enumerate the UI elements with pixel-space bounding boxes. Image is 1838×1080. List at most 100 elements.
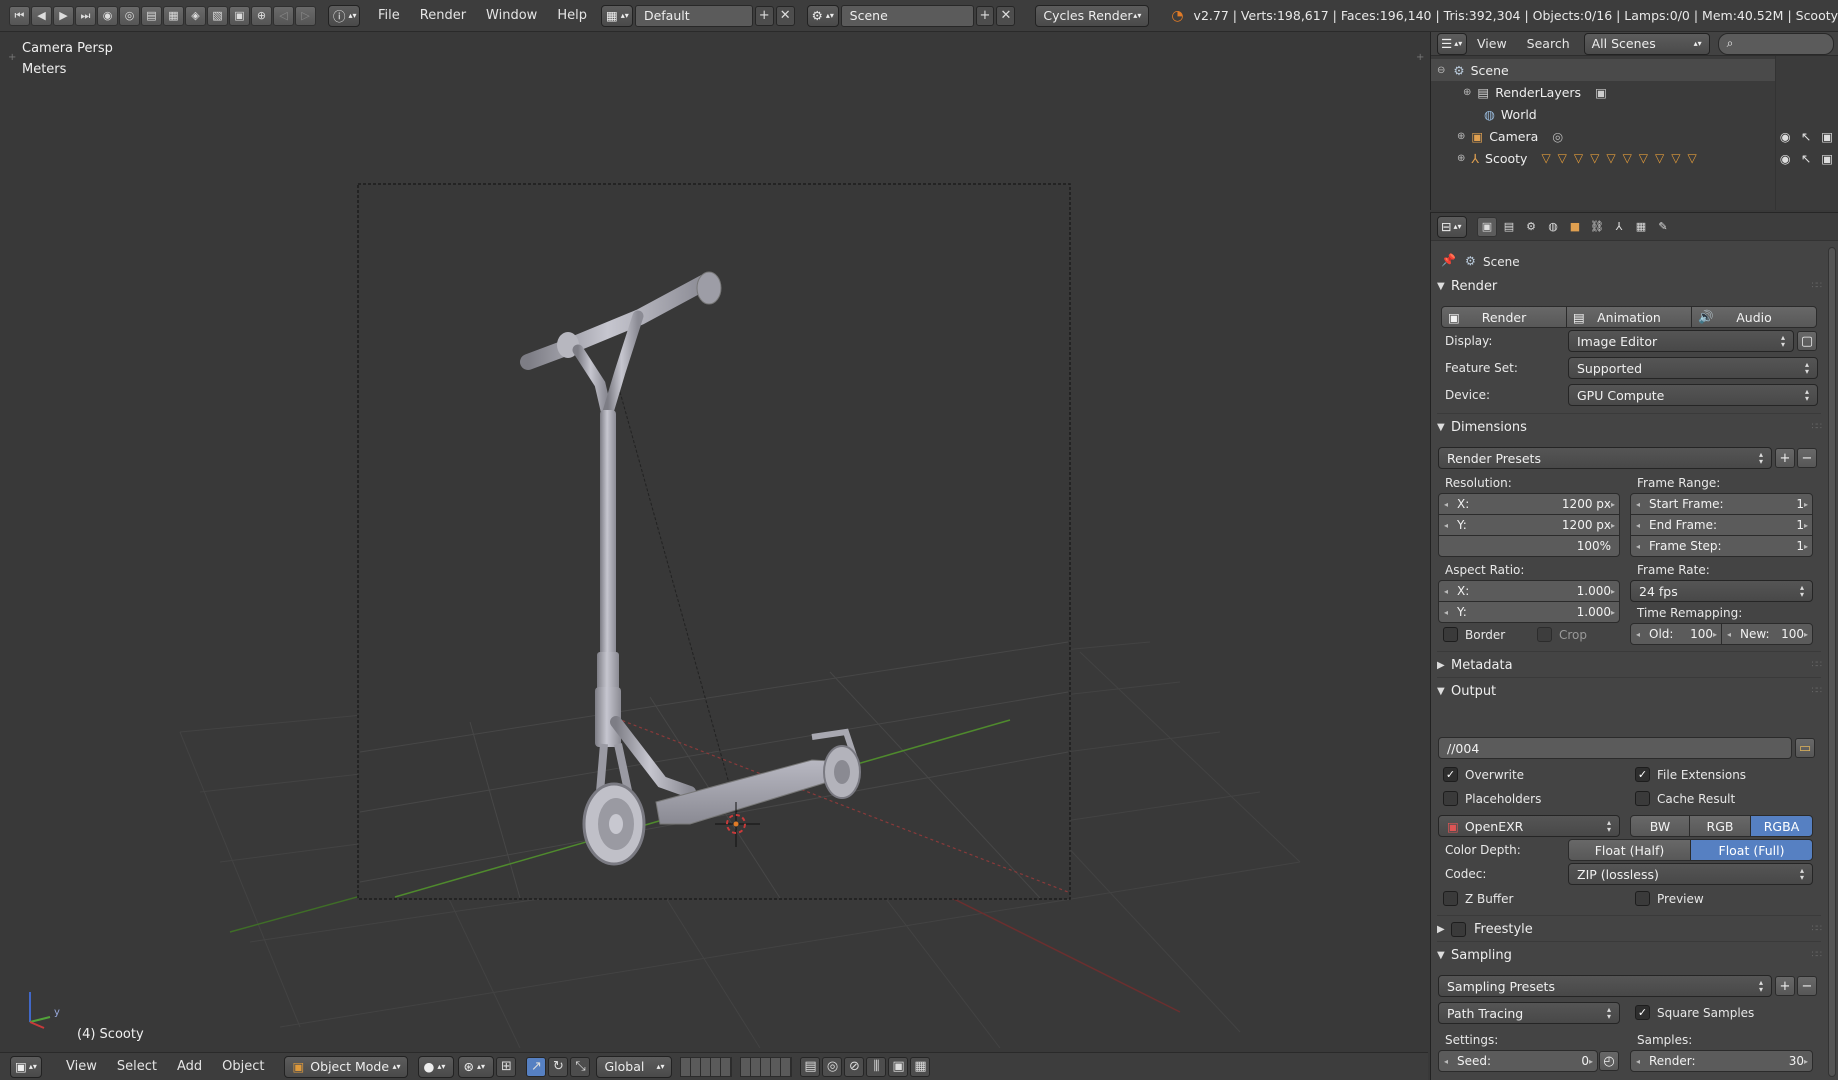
- image-icon[interactable]: ▣: [229, 5, 250, 26]
- seed-field[interactable]: ◂ Seed: 0 ▸: [1438, 1050, 1598, 1072]
- tab-constraints-icon[interactable]: ⛓: [1587, 217, 1607, 237]
- transform-orientation-dropdown[interactable]: Global ▴▾: [596, 1055, 673, 1078]
- menu-window[interactable]: Window: [476, 8, 547, 23]
- frame-step-field[interactable]: ◂ Frame Step: 1 ▸: [1630, 535, 1813, 557]
- remove-layout-icon[interactable]: ✕: [775, 5, 795, 26]
- outliner-item-scene[interactable]: ⊖ ⚙ Scene: [1431, 59, 1775, 81]
- file-format-dropdown[interactable]: ▣ OpenEXR ▴ ▾: [1438, 815, 1620, 837]
- shield-icon[interactable]: ◈: [185, 5, 206, 26]
- shading-dropdown[interactable]: ● ▴▾: [418, 1055, 455, 1078]
- pivot-dropdown[interactable]: ⊛ ▴▾: [458, 1055, 495, 1078]
- border-checkbox[interactable]: [1443, 627, 1458, 642]
- file-extensions-checkbox[interactable]: ✓: [1635, 767, 1650, 782]
- outliner-menu-view[interactable]: View: [1467, 36, 1517, 51]
- jump-end-icon[interactable]: ⏭: [75, 5, 96, 26]
- scene-type-button[interactable]: ⚙ ▴▾: [806, 4, 839, 27]
- animated-seed-icon[interactable]: ◴: [1599, 1051, 1619, 1071]
- remove-sampling-preset-icon[interactable]: −: [1797, 976, 1817, 996]
- crop-checkbox[interactable]: [1537, 627, 1552, 642]
- feature-set-dropdown[interactable]: Supported ▴ ▾: [1568, 357, 1818, 379]
- resolution-x-field[interactable]: ◂ X: 1200 px ▸: [1438, 493, 1620, 515]
- properties-scrollbar[interactable]: [1828, 247, 1836, 1077]
- overwrite-checkbox[interactable]: ✓: [1443, 767, 1458, 782]
- tab-render-layers-icon[interactable]: ▤: [1499, 217, 1519, 237]
- menu-select[interactable]: Select: [107, 1059, 167, 1074]
- editor-type-button[interactable]: ▣ ▴▾: [10, 1055, 42, 1078]
- folder-icon[interactable]: ▭: [1795, 738, 1815, 758]
- end-frame-field[interactable]: ◂ End Frame: 1 ▸: [1630, 514, 1813, 536]
- pin-icon[interactable]: 📌: [1441, 253, 1456, 267]
- opengl-animation-icon[interactable]: ▦: [910, 1056, 931, 1077]
- panel-render-header[interactable]: ▼ Render ∷∷: [1437, 275, 1822, 297]
- 3d-viewport[interactable]: + + Camera Persp Meters y (4) Scooty: [0, 32, 1428, 1048]
- outliner-item-world[interactable]: ◍ World: [1431, 103, 1838, 125]
- add-scene-icon[interactable]: +: [975, 5, 995, 26]
- lock-layers-icon[interactable]: ▤: [800, 1056, 821, 1077]
- rotate-icon[interactable]: ↻: [548, 1056, 569, 1077]
- outliner-item-camera[interactable]: ⊕ ▣ Camera ◎ ◉ ↖ ▣: [1431, 125, 1838, 147]
- opengl-render-icon[interactable]: ▣: [888, 1056, 909, 1077]
- tab-object-data-icon[interactable]: ⅄: [1609, 217, 1629, 237]
- back-icon[interactable]: ◁: [273, 5, 294, 26]
- checker-icon[interactable]: ▦: [163, 5, 184, 26]
- layout-type-button[interactable]: ▦ ▴▾: [600, 4, 633, 27]
- forward-icon[interactable]: ▷: [295, 5, 316, 26]
- float-half-button[interactable]: Float (Half): [1568, 839, 1691, 861]
- cache-result-checkbox[interactable]: [1635, 791, 1650, 806]
- layer-buttons[interactable]: [680, 1056, 793, 1077]
- color-rgba-button[interactable]: RGBA: [1750, 815, 1813, 837]
- render-presets-dropdown[interactable]: Render Presets ▴ ▾: [1438, 447, 1772, 469]
- time-remap-new-field[interactable]: ◂ New: 100 ▸: [1721, 623, 1813, 645]
- layout-name-field[interactable]: Default: [634, 4, 753, 27]
- menu-file[interactable]: File: [368, 8, 410, 23]
- square-samples-checkbox[interactable]: ✓: [1635, 1005, 1650, 1020]
- display-mode-dropdown[interactable]: All Scenes ▴▾: [1583, 32, 1710, 55]
- outliner-item-scooty[interactable]: ⊕ ⅄ Scooty ▽▽▽▽▽▽▽▽▽▽ ◉ ↖ ▣: [1431, 147, 1838, 169]
- tab-scene-icon[interactable]: ⚙: [1521, 217, 1541, 237]
- outliner-search-field[interactable]: ⌕: [1717, 32, 1834, 55]
- aspect-y-field[interactable]: ◂ Y: 1.000 ▸: [1438, 601, 1620, 623]
- codec-dropdown[interactable]: ZIP (lossless) ▴ ▾: [1568, 863, 1813, 885]
- freestyle-checkbox[interactable]: [1451, 921, 1466, 937]
- add-sampling-preset-icon[interactable]: +: [1775, 976, 1795, 996]
- add-icon[interactable]: ⊕: [251, 5, 272, 26]
- editor-type-dropdown[interactable]: ⓘ ▴▾: [328, 4, 360, 27]
- render-engine-dropdown[interactable]: Cycles Render ▴▾: [1035, 4, 1150, 27]
- outliner-item-renderlayers[interactable]: ⊕ ▤ RenderLayers ▣: [1431, 81, 1838, 103]
- new-file-icon[interactable]: ▤: [141, 5, 162, 26]
- scene-name-field[interactable]: Scene: [840, 4, 974, 27]
- snap-icon[interactable]: ⊘: [844, 1056, 865, 1077]
- manipulator-toggle-icon[interactable]: ⊞: [496, 1056, 517, 1077]
- tab-brush-icon[interactable]: ✎: [1653, 217, 1673, 237]
- display-window-icon[interactable]: ▢: [1797, 331, 1817, 351]
- outliner-menu-search[interactable]: Search: [1517, 36, 1580, 51]
- outliner-editor-type[interactable]: ☰ ▴▾: [1437, 32, 1467, 55]
- translate-icon[interactable]: ↗: [526, 1056, 547, 1077]
- snap-element-icon[interactable]: ⫼: [866, 1056, 887, 1077]
- render-samples-field[interactable]: ◂ Render: 30 ▸: [1630, 1050, 1813, 1072]
- panel-dimensions-header[interactable]: ▼ Dimensions ∷∷: [1437, 416, 1822, 438]
- integrator-dropdown[interactable]: Path Tracing ▴ ▾: [1438, 1002, 1620, 1024]
- placeholders-checkbox[interactable]: [1443, 791, 1458, 806]
- menu-view[interactable]: View: [56, 1059, 107, 1074]
- panel-sampling-header[interactable]: ▼ Sampling ∷∷: [1437, 944, 1822, 966]
- remove-scene-icon[interactable]: ✕: [996, 5, 1016, 26]
- panel-freestyle-header[interactable]: ▶ Freestyle ∷∷: [1437, 918, 1822, 940]
- remove-preset-icon[interactable]: −: [1797, 448, 1817, 468]
- tab-world-icon[interactable]: ◍: [1543, 217, 1563, 237]
- menu-render[interactable]: Render: [410, 8, 476, 23]
- menu-help[interactable]: Help: [547, 8, 597, 23]
- viewport-canvas[interactable]: + +: [0, 32, 1428, 1048]
- texture-icon[interactable]: ▧: [207, 5, 228, 26]
- jump-start-icon[interactable]: ⏮: [9, 5, 30, 26]
- render-button[interactable]: ▣ Render: [1441, 306, 1567, 328]
- properties-editor[interactable]: ⊟ ▴▾ ▣ ▤ ⚙ ◍ ■ ⛓ ⅄ ▦ ✎ 📌 ⚙ Scene ▼ Render ∷…: [1430, 212, 1838, 1080]
- resolution-y-field[interactable]: ◂ Y: 1200 px ▸: [1438, 514, 1620, 536]
- tab-object-icon[interactable]: ■: [1565, 217, 1585, 237]
- tab-texture-icon[interactable]: ▦: [1631, 217, 1651, 237]
- scale-icon[interactable]: ⤡: [570, 1056, 591, 1077]
- time-remap-old-field[interactable]: ◂ Old: 100 ▸: [1630, 623, 1722, 645]
- display-dropdown[interactable]: Image Editor ▴ ▾: [1568, 330, 1794, 352]
- output-path-field[interactable]: //004: [1438, 737, 1792, 759]
- device-dropdown[interactable]: GPU Compute ▴ ▾: [1568, 384, 1818, 406]
